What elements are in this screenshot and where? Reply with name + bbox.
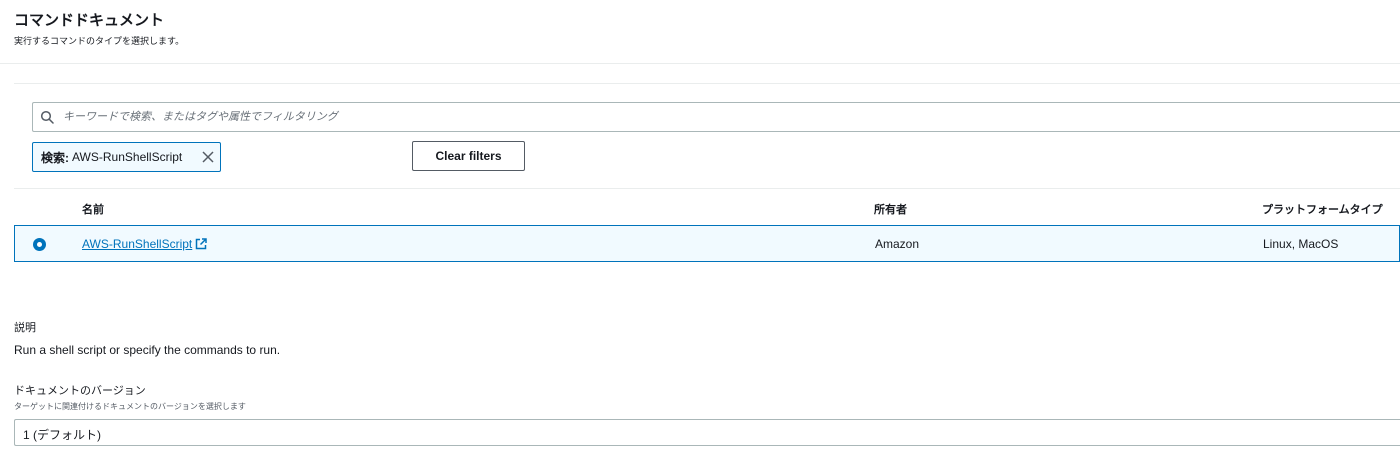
search-box[interactable]: [32, 102, 1400, 132]
column-header-platform[interactable]: プラットフォームタイプ: [1262, 201, 1383, 217]
document-name-cell: AWS-RunShellScript: [82, 237, 208, 251]
external-link-icon[interactable]: [195, 238, 208, 250]
version-hint: ターゲットに関連付けるドキュメントのバージョンを選択します: [14, 402, 246, 411]
close-icon[interactable]: [201, 150, 215, 164]
page-header: コマンドドキュメント 実行するコマンドのタイプを選択します。: [0, 0, 1400, 64]
table-row[interactable]: AWS-RunShellScript Amazon Linux, MacOS: [14, 225, 1400, 262]
filter-token-value: AWS-RunShellScript: [72, 150, 183, 164]
radio-selected-icon[interactable]: [33, 238, 46, 251]
column-header-owner[interactable]: 所有者: [874, 201, 907, 217]
search-input[interactable]: [63, 103, 1383, 131]
version-label: ドキュメントのバージョン: [14, 385, 146, 397]
search-icon: [40, 110, 54, 124]
table-header: 名前 所有者 プラットフォームタイプ: [14, 188, 1400, 226]
version-select[interactable]: 1 (デフォルト): [14, 419, 1400, 446]
version-selected-value: 1 (デフォルト): [23, 428, 102, 442]
page-subtitle: 実行するコマンドのタイプを選択します。: [14, 36, 185, 46]
document-table-panel: 検索: AWS-RunShellScript Clear filters 名前 …: [14, 83, 1400, 262]
document-name-link[interactable]: AWS-RunShellScript: [82, 237, 192, 251]
clear-filters-button[interactable]: Clear filters: [412, 141, 525, 171]
owner-cell: Amazon: [875, 237, 920, 251]
filter-token-key: 検索:: [41, 150, 69, 165]
filter-token: 検索: AWS-RunShellScript: [32, 142, 221, 172]
description-text: Run a shell script or specify the comman…: [14, 343, 281, 357]
page-title: コマンドドキュメント: [14, 12, 165, 29]
column-header-name[interactable]: 名前: [82, 201, 104, 217]
description-label: 説明: [14, 322, 36, 334]
platform-cell: Linux, MacOS: [1263, 237, 1339, 251]
